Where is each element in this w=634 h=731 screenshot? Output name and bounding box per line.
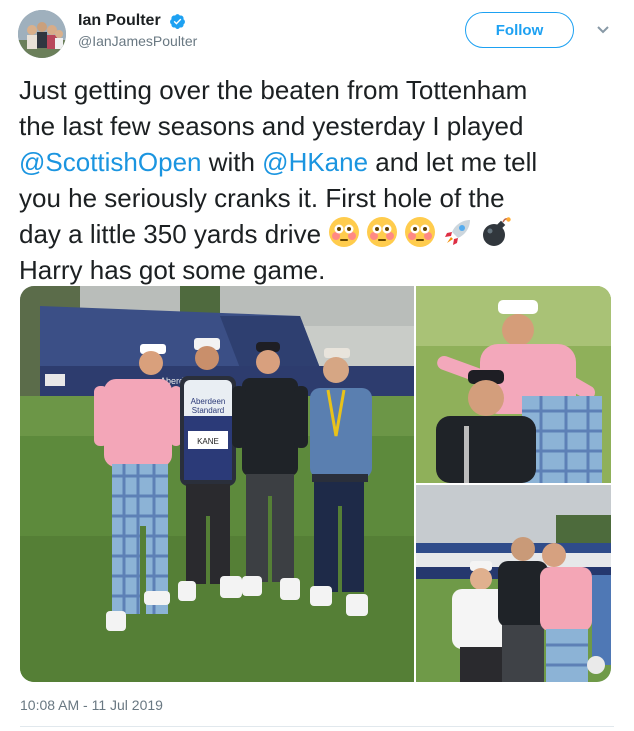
author-avatar[interactable] bbox=[18, 10, 66, 58]
bib-name-kane: KANE bbox=[197, 437, 219, 446]
tweet-line-3-end: and let me tell bbox=[368, 147, 538, 177]
bib-line2: Standard bbox=[192, 406, 224, 415]
bomb-emoji-icon bbox=[480, 216, 512, 248]
tweet-line-6: Harry has got some game. bbox=[19, 255, 326, 285]
bib-line1: Aberdeen bbox=[191, 397, 226, 406]
tweet-text: Just getting over the beaten from Totten… bbox=[19, 72, 619, 288]
tweet-line-2: the last few seasons and yesterday I pla… bbox=[19, 111, 524, 141]
tweet-timestamp[interactable]: 10:08 AM - 11 Jul 2019 bbox=[20, 697, 163, 713]
author-display-name[interactable]: Ian Poulter bbox=[78, 12, 161, 30]
tweet-line-3-mid: with bbox=[201, 147, 263, 177]
chevron-down-icon[interactable] bbox=[596, 23, 610, 35]
mention-hkane-link[interactable]: @HKane bbox=[262, 147, 368, 177]
photo-trio-grandstand[interactable] bbox=[416, 485, 611, 682]
follow-button[interactable]: Follow bbox=[465, 12, 574, 48]
tweet-line-4: you he seriously cranks it. First hole o… bbox=[19, 183, 505, 213]
avatar-family-photo bbox=[18, 10, 66, 58]
trio-photo-image bbox=[416, 485, 611, 682]
flushed-face-emoji-icon bbox=[328, 216, 360, 248]
person-friend-in-blue bbox=[310, 348, 372, 616]
verified-badge-icon bbox=[169, 13, 186, 30]
author-names: Ian Poulter @IanJamesPoulter bbox=[78, 12, 197, 49]
tweet-line-5-text: day a little 350 yards drive bbox=[19, 219, 329, 249]
tweet-line-1: Just getting over the beaten from Totten… bbox=[19, 75, 528, 105]
footer-divider bbox=[20, 726, 614, 727]
tweet-line-3: @ScottishOpen with @HKane and let me tel… bbox=[19, 144, 619, 180]
tweet-line-5: day a little 350 yards drive bbox=[19, 216, 619, 252]
flushed-face-emoji-icon bbox=[404, 216, 436, 248]
mention-scottishopen-link[interactable]: @ScottishOpen bbox=[19, 147, 201, 177]
group-photo-image: Aberdeen Aberdeen Standard KANE bbox=[20, 286, 414, 682]
rocket-emoji-icon bbox=[442, 216, 474, 248]
pointing-photo-image bbox=[416, 286, 611, 483]
photo-group-on-tee[interactable]: Aberdeen Aberdeen Standard KANE bbox=[20, 286, 414, 682]
tweet-header: Ian Poulter @IanJamesPoulter Follow bbox=[18, 8, 618, 58]
photo-poulter-pointing[interactable] bbox=[416, 286, 611, 483]
flushed-face-emoji-icon bbox=[366, 216, 398, 248]
author-handle[interactable]: @IanJamesPoulter bbox=[78, 33, 197, 49]
photo-grid: Aberdeen Aberdeen Standard KANE bbox=[20, 286, 611, 682]
